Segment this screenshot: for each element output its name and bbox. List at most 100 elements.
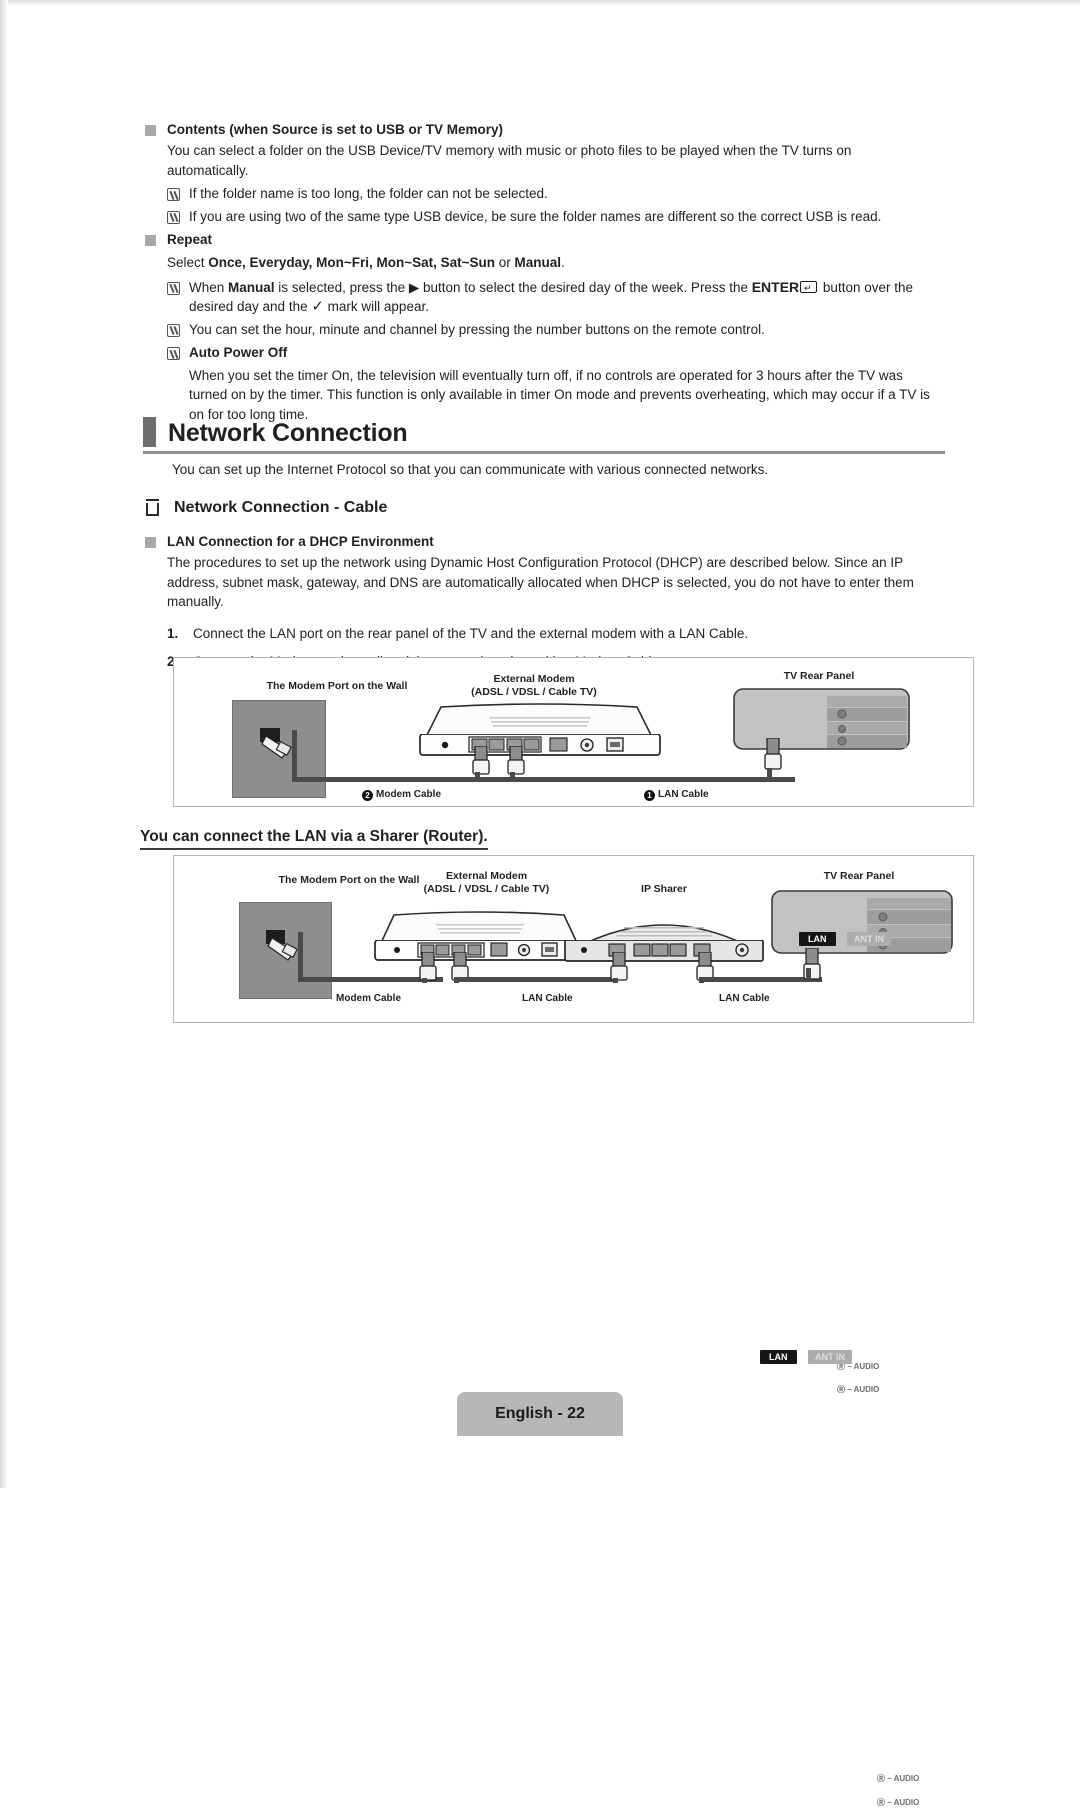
cable-sharer-left-stub [613,978,618,983]
auto-power-off-heading: Auto Power Off [189,345,288,360]
subsection-title: Network Connection - Cable [174,499,388,516]
ip-sharer-label: IP Sharer [641,883,687,895]
contents-note-1: If the folder name is too long, the fold… [167,184,935,204]
tv-rear-panel-label: TV Rear Panel [823,870,895,882]
select-mid: or [495,255,515,270]
repeat-select-line: Select Once, Everyday, Mon~Fri, Mon~Sat,… [167,253,945,273]
caption-lan-cable: 1 LAN Cable [644,789,709,801]
chapter-divider [143,451,945,454]
cable-tv-stub [767,768,772,782]
contents-heading-row: Contents (when Source is set to USB or T… [145,120,935,139]
note-text: You can set the hour, minute and channel… [189,321,765,337]
contents-note-2: If you are using two of the same type US… [167,207,935,227]
page-number-label: English - 22 [495,1405,585,1422]
caption-modem-cable: 2 Modem Cable [362,789,441,801]
rj45-connector-sharer-right [696,952,714,981]
select-manual: Manual [514,255,562,270]
contents-section: Contents (when Source is set to USB or T… [145,120,935,226]
note-pencil-icon [167,323,180,337]
rj45-connector-sharer-left [610,952,628,981]
note-pencil-icon [167,210,180,224]
dhcp-heading: LAN Connection for a DHCP Environment [167,534,434,549]
page-title: Network Connection [168,419,408,447]
note-pencil-icon [167,188,180,201]
modem-label-line2: (ADSL / VDSL / Cable TV) [423,883,550,895]
caption-text: Modem Cable [376,789,442,800]
step-text: Connect the LAN port on the rear panel o… [193,625,749,641]
rj45-connector-modem-left [419,952,437,981]
sharer-heading: You can connect the LAN via a Sharer (Ro… [140,828,488,850]
wall-port-label: The Modem Port on the Wall [266,680,408,692]
tv-lan-port-label: LAN [760,1350,797,1364]
tv-audio-label-l: Ⓡ – AUDIO [837,1385,880,1394]
chapter-accent-bar [143,417,156,447]
dhcp-section: LAN Connection for a DHCP Environment Th… [145,532,950,672]
page-edge-top [0,0,1080,6]
repeat-heading: Repeat [167,232,213,247]
badge-number-1: 1 [644,790,655,801]
manual-page: Contents (when Source is set to USB or T… [0,0,1080,1807]
external-modem-port-bar [419,734,661,756]
tv-ant-port-label: ANT IN [808,1350,852,1364]
modem-label-line1: External Modem [445,870,528,882]
repeat-section: Repeat Select Once, Everyday, Mon~Fri, M… [145,230,945,424]
open-square-bullet-icon [146,499,159,516]
note-pencil-icon [167,347,180,360]
cable-modem-vertical [292,730,297,782]
tv-rear-panel-body [771,890,953,954]
dhcp-paragraph: The procedures to set up the network usi… [167,555,914,609]
badge-number-2: 2 [362,790,373,801]
dhcp-step-1: 1. Connect the LAN port on the rear pane… [167,624,950,644]
modem-label-line2: (ADSL / VDSL / Cable TV) [471,686,597,698]
cable-modem-stub [475,772,480,782]
chapter-title-row: Network Connection [143,417,945,447]
repeat-note-1: When Manual is selected, press the ▶ but… [167,278,945,317]
tv-audio-label-r: Ⓡ – AUDIO [877,1774,920,1783]
external-modem-port-bar [374,940,584,961]
note1-manual: Manual [228,279,275,295]
cable-lan-horizontal [510,777,795,782]
note-text: If you are using two of the same type US… [189,208,882,224]
rj45-connector-modem-right [451,952,469,981]
page-edge-left [0,0,8,1488]
tv-audio-label-l: Ⓡ – AUDIO [877,1798,920,1807]
note1-part-b: is selected, press the [274,279,409,295]
subsection-heading-row: Network Connection - Cable [146,497,936,519]
dhcp-heading-row: LAN Connection for a DHCP Environment [145,532,950,551]
note-text: When Manual is selected, press the ▶ but… [189,278,945,317]
check-mark-icon: ✓ [311,298,324,315]
contents-heading: Contents (when Source is set to USB or T… [167,122,504,137]
cable-modem-vertical [298,932,303,982]
network-cable-subsection: Network Connection - Cable [146,497,936,519]
rj45-connector-tv [764,738,782,770]
note1-part-a: When [189,279,229,295]
tv-rear-panel-label: TV Rear Panel [783,670,855,682]
tv-ant-port-label: ANT IN [847,932,891,946]
diagram-lan-via-sharer: The Modem Port on the Wall External Mode… [173,855,974,1807]
note1-part-e: mark will appear. [323,299,429,314]
note1-part-c: button to select the desired day of the … [419,279,752,295]
modem-label-line1: External Modem [493,673,575,685]
cable-tv-stub [806,968,811,982]
cable-modem-stub [422,978,427,983]
wall-jack-icon [266,930,298,961]
rj45-connector-tv [803,948,821,980]
diagram-lan-direct: The Modem Port on the Wall External Mode… [173,657,974,1394]
note-text: If the folder name is too long, the fold… [189,186,548,201]
square-bullet-icon [145,125,156,136]
square-bullet-icon [145,537,156,548]
wall-jack-icon [260,728,292,759]
network-chapter-heading: Network Connection [143,417,945,454]
network-intro: You can set up the Internet Protocol so … [172,462,769,477]
caption-lan-cable-2: LAN Cable [719,993,770,1004]
caption-lan-cable-1: LAN Cable [522,993,573,1004]
tv-rear-panel-body [733,688,910,750]
ip-sharer-port-bar [564,940,764,962]
right-arrow-icon: ▶ [408,279,420,295]
caption-text: LAN Cable [658,789,709,800]
select-prefix: Select [167,255,209,270]
enter-label: ENTER [751,278,800,295]
contents-paragraph: You can select a folder on the USB Devic… [167,143,852,178]
step-number: 1. [167,625,179,641]
cable-modem-horizontal [292,777,532,782]
